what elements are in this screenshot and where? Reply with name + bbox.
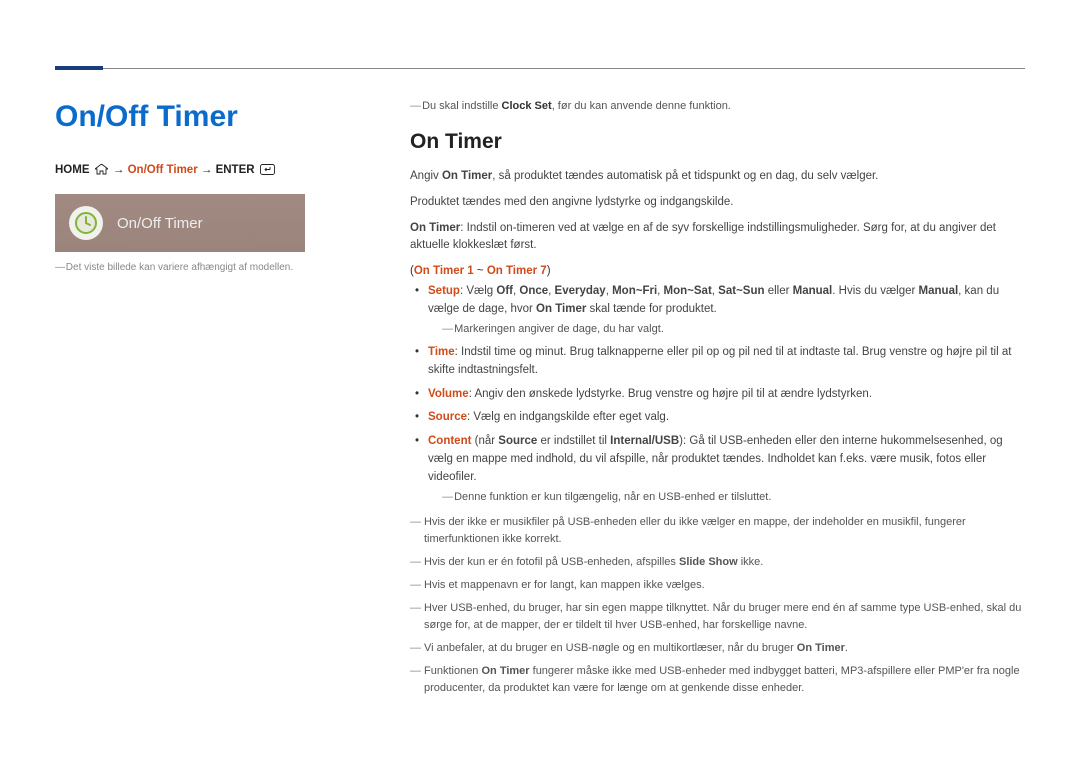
option-setup: Setup: Vælg Off, Once, Everyday, Mon~Fri…	[428, 283, 1025, 338]
intro-p1: Angiv On Timer, så produktet tændes auto…	[410, 168, 1025, 186]
footnote-2: Hvis der kun er én fotofil på USB-enhede…	[410, 554, 1025, 571]
option-volume: Volume: Angiv den ønskede lydstyrke. Bru…	[428, 386, 1025, 404]
footnotes: Hvis der ikke er musikfiler på USB-enhed…	[410, 514, 1025, 697]
content-subnote: Denne funktion er kun tilgængelig, når e…	[442, 489, 1025, 506]
feature-screenshot: On/Off Timer	[55, 194, 305, 252]
section-title: On Timer	[410, 130, 1025, 154]
footnote-5: Vi anbefaler, at du bruger en USB-nøgle …	[410, 640, 1025, 657]
breadcrumb-home: HOME	[55, 164, 90, 176]
page-title: On/Off Timer	[55, 100, 370, 134]
right-column: Du skal indstille Clock Set, før du kan …	[410, 100, 1025, 703]
left-column: On/Off Timer HOME → On/Off Timer → ENTER…	[55, 100, 410, 703]
footnote-3: Hvis et mappenavn er for langt, kan mapp…	[410, 577, 1025, 594]
footnote-6: Funktionen On Timer fungerer måske ikke …	[410, 663, 1025, 697]
breadcrumb: HOME → On/Off Timer → ENTER	[55, 164, 370, 176]
home-icon	[95, 164, 108, 175]
intro-p3: On Timer: Indstil on-timeren ved at vælg…	[410, 220, 1025, 256]
screenshot-label: On/Off Timer	[117, 215, 203, 232]
intro-p2: Produktet tændes med den angivne lydstyr…	[410, 194, 1025, 212]
clock-set-note: Du skal indstille Clock Set, før du kan …	[410, 100, 1025, 112]
model-note: Det viste billede kan variere afhængigt …	[55, 262, 370, 273]
two-column-layout: On/Off Timer HOME → On/Off Timer → ENTER…	[55, 100, 1025, 703]
options-list: Setup: Vælg Off, Once, Everyday, Mon~Fri…	[410, 283, 1025, 505]
footnote-1: Hvis der ikke er musikfiler på USB-enhed…	[410, 514, 1025, 548]
setup-subnote: Markeringen angiver de dage, du har valg…	[442, 321, 1025, 338]
option-content: Content (når Source er indstillet til In…	[428, 433, 1025, 505]
top-divider	[55, 68, 1025, 69]
timer-icon	[69, 206, 103, 240]
breadcrumb-enter: ENTER	[216, 164, 255, 176]
top-divider-accent	[55, 66, 103, 70]
breadcrumb-path: On/Off Timer	[128, 164, 198, 176]
footnote-4: Hver USB-enhed, du bruger, har sin egen …	[410, 600, 1025, 634]
timer-range: (On Timer 1 ~ On Timer 7)	[410, 265, 1025, 277]
option-time: Time: Indstil time og minut. Brug talkna…	[428, 344, 1025, 380]
option-source: Source: Vælg en indgangskilde efter eget…	[428, 409, 1025, 427]
enter-icon	[260, 164, 275, 175]
